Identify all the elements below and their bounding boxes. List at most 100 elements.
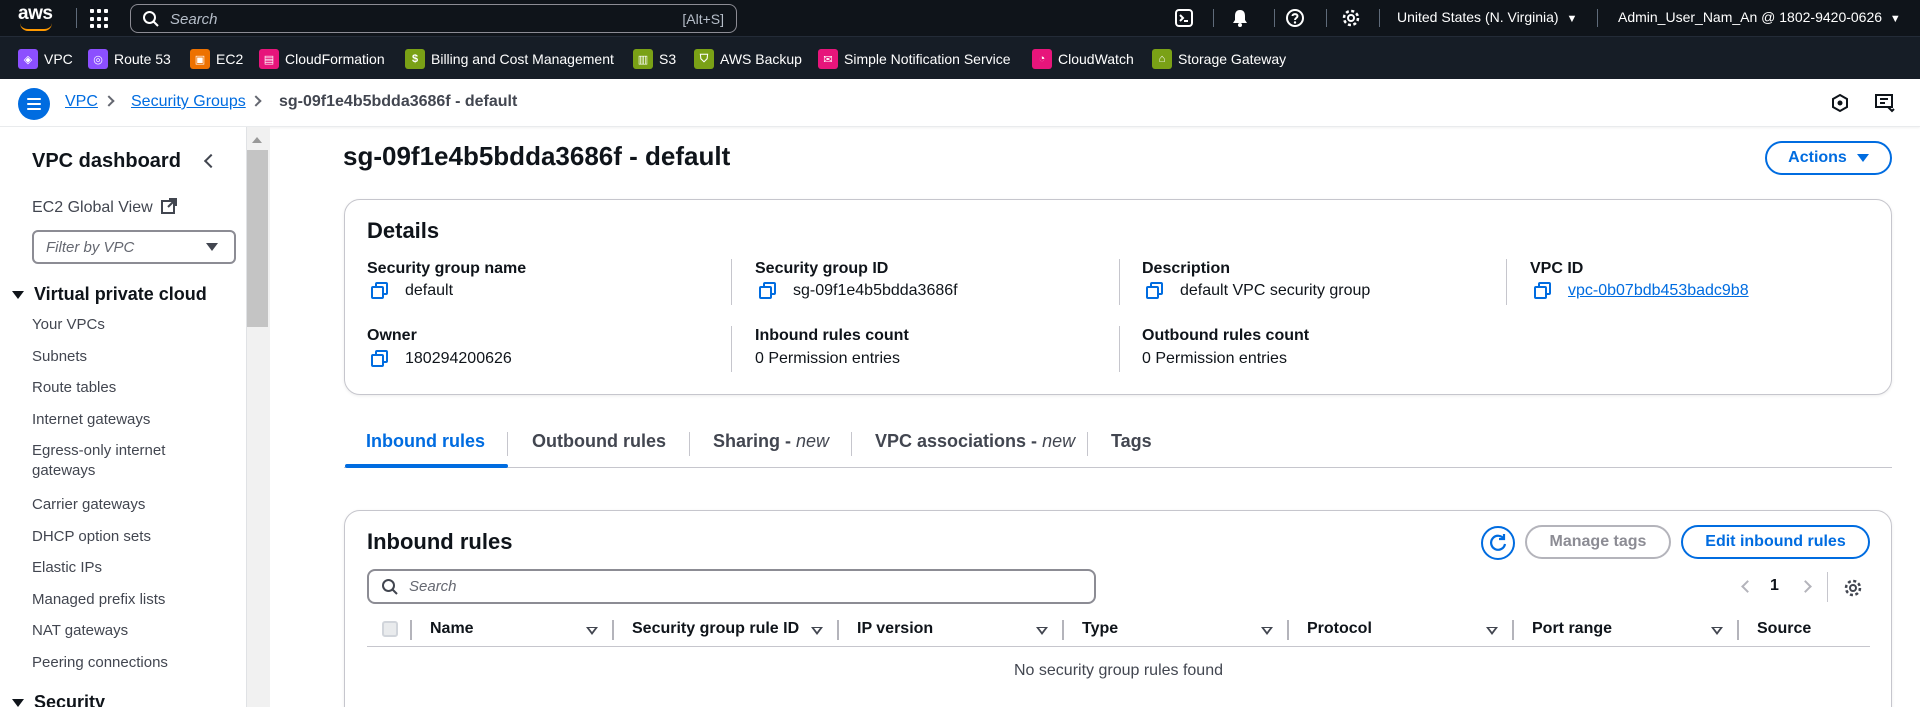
favorite-sns[interactable]: ✉ Simple Notification Service	[818, 49, 1011, 69]
hamburger-menu-icon[interactable]	[18, 88, 50, 120]
gear-icon[interactable]	[1341, 8, 1361, 28]
sidebar-item-peering-connections[interactable]: Peering connections	[32, 653, 212, 673]
info-panel-icon[interactable]	[1830, 93, 1850, 113]
tab-label: VPC associations -	[875, 431, 1043, 451]
tab-tags[interactable]: Tags	[1111, 431, 1152, 452]
backup-service-icon: ⛉	[694, 49, 714, 69]
column-header-rule-id[interactable]: Security group rule ID	[632, 620, 799, 638]
column-divider	[1512, 620, 1514, 640]
sidebar-title[interactable]: VPC dashboard	[32, 150, 181, 173]
breadcrumb-vpc[interactable]: VPC	[65, 93, 98, 111]
caret-down-icon: ▼	[1889, 13, 1901, 25]
tab-outbound-rules[interactable]: Outbound rules	[532, 431, 666, 452]
inbound-rules-heading: Inbound rules	[367, 529, 513, 554]
favorites-bar: ◈ VPC ◎ Route 53 ▣ EC2 ▤ CloudFormation $ Bil…	[0, 36, 1920, 79]
sidebar-item-subnets[interactable]: Subnets	[32, 347, 212, 367]
sidebar-item-elastic-ips[interactable]: Elastic IPs	[32, 558, 212, 578]
scroll-up-icon[interactable]	[252, 137, 262, 143]
edit-inbound-rules-button[interactable]: Edit inbound rules	[1681, 525, 1870, 559]
manage-tags-button[interactable]: Manage tags	[1525, 525, 1671, 559]
new-badge: new	[796, 431, 830, 451]
help-icon[interactable]	[1285, 8, 1305, 28]
description-value: default VPC security group	[1142, 282, 1370, 300]
sort-icon[interactable]	[586, 627, 598, 635]
copy-icon[interactable]	[759, 282, 777, 300]
column-header-protocol[interactable]: Protocol	[1307, 620, 1372, 638]
feedback-icon[interactable]	[1874, 93, 1896, 113]
apps-grid-icon[interactable]	[90, 9, 110, 29]
breadcrumb-security-groups[interactable]: Security Groups	[131, 93, 246, 111]
favorite-storage-gateway[interactable]: ⌂ Storage Gateway	[1152, 49, 1286, 69]
divider	[1274, 9, 1275, 27]
new-badge: new	[1042, 431, 1076, 451]
sidebar-scroll-thumb[interactable]	[247, 150, 268, 327]
vpc-filter-select[interactable]: Filter by VPC	[32, 230, 236, 264]
region-selector[interactable]: United States (N. Virginia) ▼	[1397, 9, 1577, 25]
rules-search-input[interactable]: Search	[367, 569, 1096, 604]
column-header-port-range[interactable]: Port range	[1532, 620, 1612, 638]
column-divider	[1119, 326, 1120, 372]
sort-icon[interactable]	[811, 627, 823, 635]
sidebar-item-internet-gateways[interactable]: Internet gateways	[32, 410, 212, 430]
field-label: Outbound rules count	[1142, 327, 1310, 344]
search-icon	[382, 579, 398, 595]
tab-sharing[interactable]: Sharing - new	[713, 431, 829, 452]
sort-icon[interactable]	[1261, 627, 1273, 635]
sort-icon[interactable]	[1486, 627, 1498, 635]
refresh-button[interactable]	[1481, 526, 1515, 560]
caret-down-icon	[12, 290, 24, 299]
sidebar-ec2-global-view[interactable]: EC2 Global View	[32, 198, 178, 217]
sidebar-item-egress-only-gateways[interactable]: Egress-only internet gateways	[32, 441, 182, 481]
page-number[interactable]: 1	[1770, 577, 1779, 595]
actions-button[interactable]: Actions	[1765, 141, 1892, 175]
sidebar-section-security[interactable]: Security	[12, 692, 105, 707]
account-menu[interactable]: Admin_User_Nam_An @ 1802-9420-0626 ▼	[1618, 9, 1901, 25]
favorite-label: S3	[659, 51, 677, 67]
sidebar-item-route-tables[interactable]: Route tables	[32, 378, 212, 398]
sort-icon[interactable]	[1036, 627, 1048, 635]
sort-icon[interactable]	[1711, 627, 1723, 635]
favorite-billing[interactable]: $ Billing and Cost Management	[405, 49, 614, 69]
favorite-cloudwatch[interactable]: ◔ CloudWatch	[1032, 49, 1134, 69]
cloudformation-service-icon: ▤	[259, 49, 279, 69]
sidebar-item-dhcp-option-sets[interactable]: DHCP option sets	[32, 527, 212, 547]
search-shortcut: [Alt+S]	[682, 11, 724, 27]
sidebar-item-managed-prefix-lists[interactable]: Managed prefix lists	[32, 590, 212, 610]
column-header-ip-version[interactable]: IP version	[857, 620, 933, 638]
tab-inbound-rules[interactable]: Inbound rules	[366, 431, 485, 452]
favorite-cloudformation[interactable]: ▤ CloudFormation	[259, 49, 385, 69]
divider	[76, 8, 77, 28]
tab-vpc-associations[interactable]: VPC associations - new	[875, 431, 1075, 452]
button-label: Actions	[1788, 149, 1847, 166]
bell-icon[interactable]	[1230, 8, 1250, 28]
favorite-s3[interactable]: ▥ S3	[633, 49, 676, 69]
vpc-id-link[interactable]: vpc-0b07bdb453badc9b8	[1568, 282, 1749, 300]
divider	[1213, 9, 1214, 27]
column-header-source[interactable]: Source	[1757, 620, 1811, 638]
column-header-type[interactable]: Type	[1082, 620, 1118, 638]
sidebar-section-virtual-private-cloud[interactable]: Virtual private cloud	[12, 284, 207, 305]
search-placeholder: Search	[170, 11, 218, 28]
copy-icon[interactable]	[1146, 282, 1164, 300]
favorite-route53[interactable]: ◎ Route 53	[88, 49, 171, 69]
favorite-vpc[interactable]: ◈ VPC	[18, 49, 73, 69]
copy-icon[interactable]	[371, 282, 389, 300]
sidebar-item-your-vpcs[interactable]: Your VPCs	[32, 315, 212, 335]
cloudshell-icon[interactable]	[1174, 8, 1194, 28]
account-label: Admin_User_Nam_An @ 1802-9420-0626	[1618, 9, 1883, 25]
favorite-ec2[interactable]: ▣ EC2	[190, 49, 243, 69]
copy-icon[interactable]	[1534, 282, 1552, 300]
aws-logo[interactable]: aws	[18, 4, 58, 31]
column-header-name[interactable]: Name	[430, 620, 474, 638]
sidebar-item-carrier-gateways[interactable]: Carrier gateways	[32, 495, 212, 515]
global-search-input[interactable]: Search [Alt+S]	[130, 4, 737, 33]
favorite-aws-backup[interactable]: ⛉ AWS Backup	[694, 49, 802, 69]
select-all-checkbox[interactable]	[382, 621, 398, 637]
field-label: Security group ID	[755, 260, 889, 277]
storage-gateway-service-icon: ⌂	[1152, 49, 1172, 69]
tab-label: Tags	[1111, 431, 1152, 451]
copy-icon[interactable]	[371, 350, 389, 368]
cloudwatch-service-icon: ◔	[1032, 49, 1052, 69]
table-settings-gear-icon[interactable]	[1843, 578, 1863, 598]
sidebar-item-nat-gateways[interactable]: NAT gateways	[32, 621, 212, 641]
